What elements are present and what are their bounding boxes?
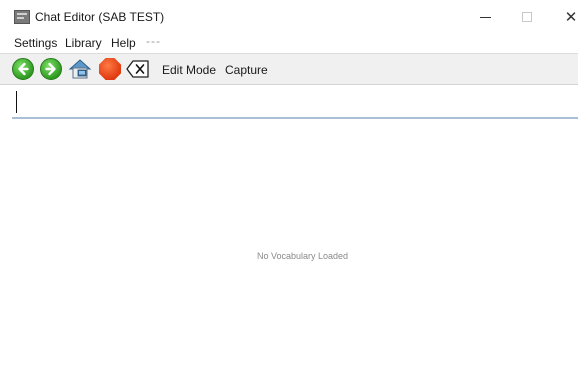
menu-library[interactable]: Library [65,36,102,50]
toolbar: Edit Mode Capture [0,53,578,85]
menu-settings[interactable]: Settings [14,36,57,50]
back-button[interactable] [11,57,35,81]
minimize-icon [479,16,491,18]
chat-editor-window: Chat Editor (SAB TEST) ✕ Settings Librar… [0,0,578,392]
stop-button[interactable] [98,57,122,81]
maximize-button[interactable] [514,6,540,28]
forward-arrow-icon [40,58,62,80]
text-caret [16,91,17,113]
back-arrow-icon [12,58,34,80]
title-bar[interactable]: Chat Editor (SAB TEST) ✕ [0,0,578,34]
clear-input-icon [126,60,149,78]
message-input[interactable] [12,87,578,119]
edit-mode-button[interactable]: Edit Mode [162,63,216,77]
home-icon [68,59,92,79]
capture-button[interactable]: Capture [225,63,268,77]
menu-overflow[interactable]: --- [146,34,161,48]
menu-bar: Settings Library Help --- [0,34,578,52]
home-button[interactable] [68,57,92,81]
vocabulary-status: No Vocabulary Loaded [256,251,349,261]
vocabulary-area[interactable]: No Vocabulary Loaded [0,121,578,392]
close-icon: ✕ [564,9,578,26]
maximize-icon [522,12,532,22]
stop-icon [99,58,121,80]
minimize-button[interactable] [472,6,498,28]
app-icon [14,10,30,24]
forward-button[interactable] [39,57,63,81]
clear-input-button[interactable] [126,57,150,81]
close-button[interactable]: ✕ [558,6,578,28]
window-title: Chat Editor (SAB TEST) [35,10,165,24]
menu-help[interactable]: Help [111,36,136,50]
